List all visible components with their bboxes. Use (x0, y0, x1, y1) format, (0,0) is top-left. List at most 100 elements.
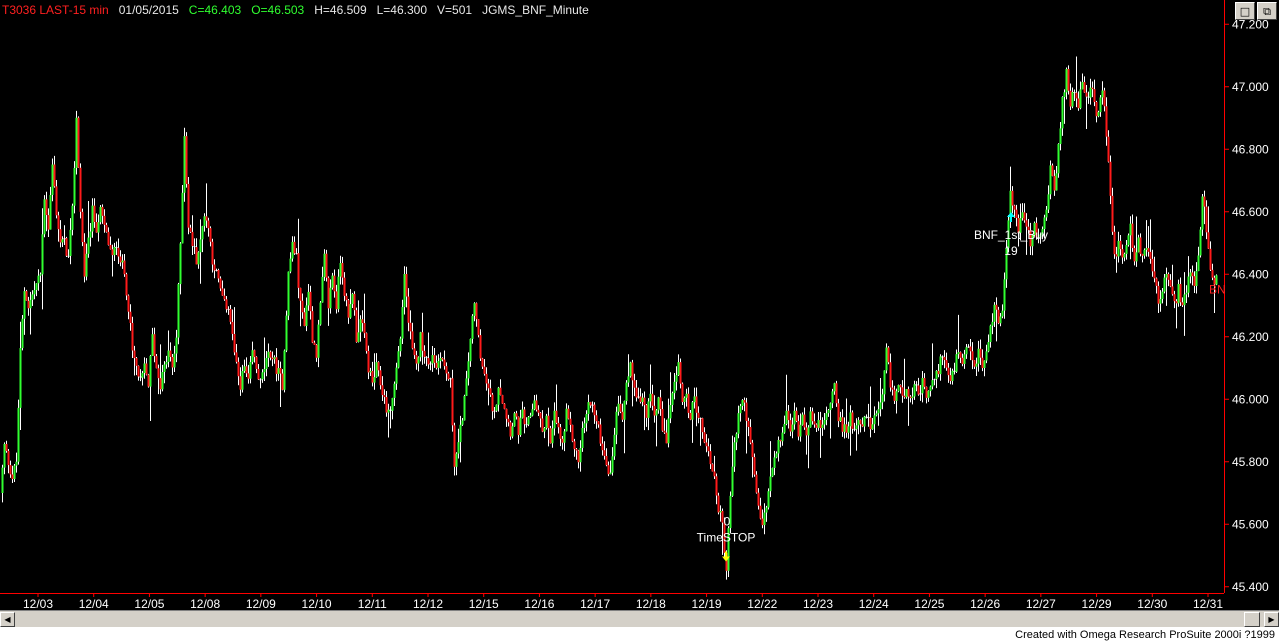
price-bar (13, 465, 16, 480)
price-bar (387, 409, 390, 413)
price-bar (999, 316, 1002, 324)
price-bar (1053, 175, 1056, 191)
price-bar (55, 186, 58, 216)
price-bar (561, 438, 564, 443)
price-bar (931, 380, 934, 387)
price-bar (879, 402, 882, 410)
price-bar (231, 321, 234, 334)
scroll-left-arrow-icon[interactable]: ◀ (0, 612, 15, 627)
price-bar (65, 238, 68, 256)
price-bar (451, 378, 454, 426)
price-bar (1069, 90, 1072, 107)
price-bar (981, 357, 984, 368)
price-bar (681, 383, 684, 403)
price-bar (623, 401, 626, 420)
price-bar (817, 419, 820, 428)
price-bar (445, 366, 448, 374)
price-bar (763, 512, 766, 526)
scroll-thumb[interactable] (1244, 612, 1260, 627)
price-bar (197, 252, 200, 265)
price-bar (759, 505, 762, 519)
price-bar (163, 364, 166, 373)
price-bar (129, 311, 132, 323)
x-tick-label: 12/24 (859, 597, 889, 611)
restore-button[interactable]: ⧉ (1257, 2, 1277, 20)
price-bar (1095, 101, 1098, 117)
price-bar (515, 413, 518, 417)
price-bar (19, 348, 22, 408)
price-bar (145, 363, 148, 375)
price-bar (373, 377, 376, 383)
price-bar (869, 417, 872, 430)
price-bar (495, 404, 498, 411)
price-bar (309, 291, 312, 312)
price-bar (295, 253, 298, 255)
price-bar (1047, 194, 1050, 210)
price-bar (715, 476, 718, 496)
price-bar (737, 413, 740, 434)
price-bar (745, 402, 748, 421)
price-bar (137, 365, 140, 377)
price-bar (835, 383, 838, 404)
price-bar (595, 415, 598, 422)
price-bar (711, 464, 714, 472)
price-bar (517, 416, 520, 436)
price-bar (663, 430, 666, 433)
signal-label: BN (1209, 282, 1226, 296)
x-tick-label: 12/18 (636, 597, 666, 611)
price-bar (1107, 136, 1110, 162)
price-bar (1131, 223, 1134, 249)
price-bar (279, 368, 282, 374)
maximize-button[interactable]: □ (1235, 2, 1255, 20)
x-tick-label: 12/29 (1082, 597, 1112, 611)
price-bar (437, 360, 440, 368)
price-bar (647, 401, 650, 418)
price-bar (31, 294, 34, 300)
price-bar (741, 400, 744, 406)
date-label: 01/05/2015 (118, 3, 179, 17)
price-bar (281, 373, 284, 390)
price-bar (1105, 106, 1108, 137)
price-bar (643, 397, 646, 406)
price-bar (591, 404, 594, 406)
price-bar (221, 288, 224, 296)
price-bar (73, 167, 76, 206)
price-bar (941, 356, 944, 358)
footer-credit: Created with Omega Research ProSuite 200… (0, 627, 1279, 643)
price-bar (429, 363, 432, 365)
price-bar (385, 397, 388, 413)
price-bar (847, 426, 850, 433)
price-bar (77, 117, 80, 168)
price-bar (321, 276, 324, 303)
price-bar (935, 370, 938, 380)
price-bar (1119, 240, 1122, 250)
price-bar (1083, 82, 1086, 93)
x-tick-label: 12/26 (970, 597, 1000, 611)
price-bar (205, 216, 208, 221)
price-chart[interactable]: 45.400 45.600 45.800 46.000 46.200 46.400 46.6… (0, 0, 1279, 643)
price-bar (1167, 274, 1170, 280)
price-bar (797, 420, 800, 437)
price-bar (199, 239, 202, 253)
price-bar (815, 424, 818, 428)
price-bar (1051, 165, 1054, 176)
price-bar (907, 389, 910, 397)
y-tick-label: 46.400 (1232, 267, 1269, 281)
price-bar (131, 322, 134, 351)
price-bar (157, 368, 160, 379)
price-bar (937, 370, 940, 375)
price-bar (105, 224, 108, 232)
price-bar (1023, 212, 1026, 221)
horizontal-scrollbar[interactable]: ◀ ▶ (0, 610, 1279, 627)
price-bar (751, 442, 754, 458)
price-bar (1133, 248, 1136, 262)
price-bar (107, 231, 110, 245)
price-bar (563, 431, 566, 443)
y-tick-label: 45.800 (1232, 455, 1269, 469)
price-bar (585, 414, 588, 424)
price-bar (1011, 190, 1014, 206)
scroll-right-arrow-icon[interactable]: ▶ (1264, 612, 1279, 627)
price-bar (1165, 274, 1168, 278)
price-bar (557, 422, 560, 428)
price-bar (1087, 96, 1090, 98)
